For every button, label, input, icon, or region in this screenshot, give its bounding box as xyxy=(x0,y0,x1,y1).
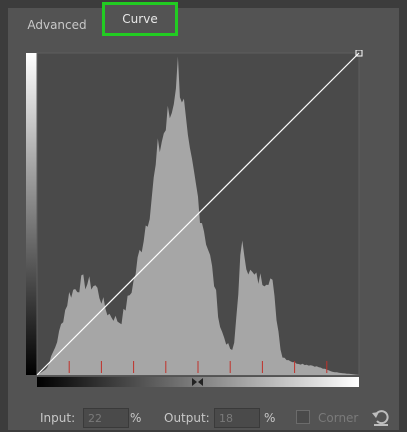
input-field[interactable] xyxy=(83,408,129,428)
reset-icon[interactable] xyxy=(370,406,392,428)
input-unit: % xyxy=(130,411,142,425)
output-unit: % xyxy=(264,411,276,425)
curve-controls: Input: % Output: % Corner xyxy=(8,408,399,430)
output-label: Output: xyxy=(164,411,210,425)
input-label: Input: xyxy=(40,411,76,425)
output-gradient-bar xyxy=(26,53,37,375)
curve-graph[interactable] xyxy=(26,50,371,390)
tab-bar: Advanced Curve xyxy=(8,2,399,42)
curve-panel: Input: % Output: % Corner xyxy=(8,40,399,430)
output-field[interactable] xyxy=(214,408,260,428)
tab-advanced[interactable]: Advanced xyxy=(18,8,96,42)
corner-checkbox[interactable] xyxy=(296,410,310,424)
corner-label: Corner xyxy=(318,411,359,425)
tab-curve[interactable]: Curve xyxy=(102,2,178,36)
